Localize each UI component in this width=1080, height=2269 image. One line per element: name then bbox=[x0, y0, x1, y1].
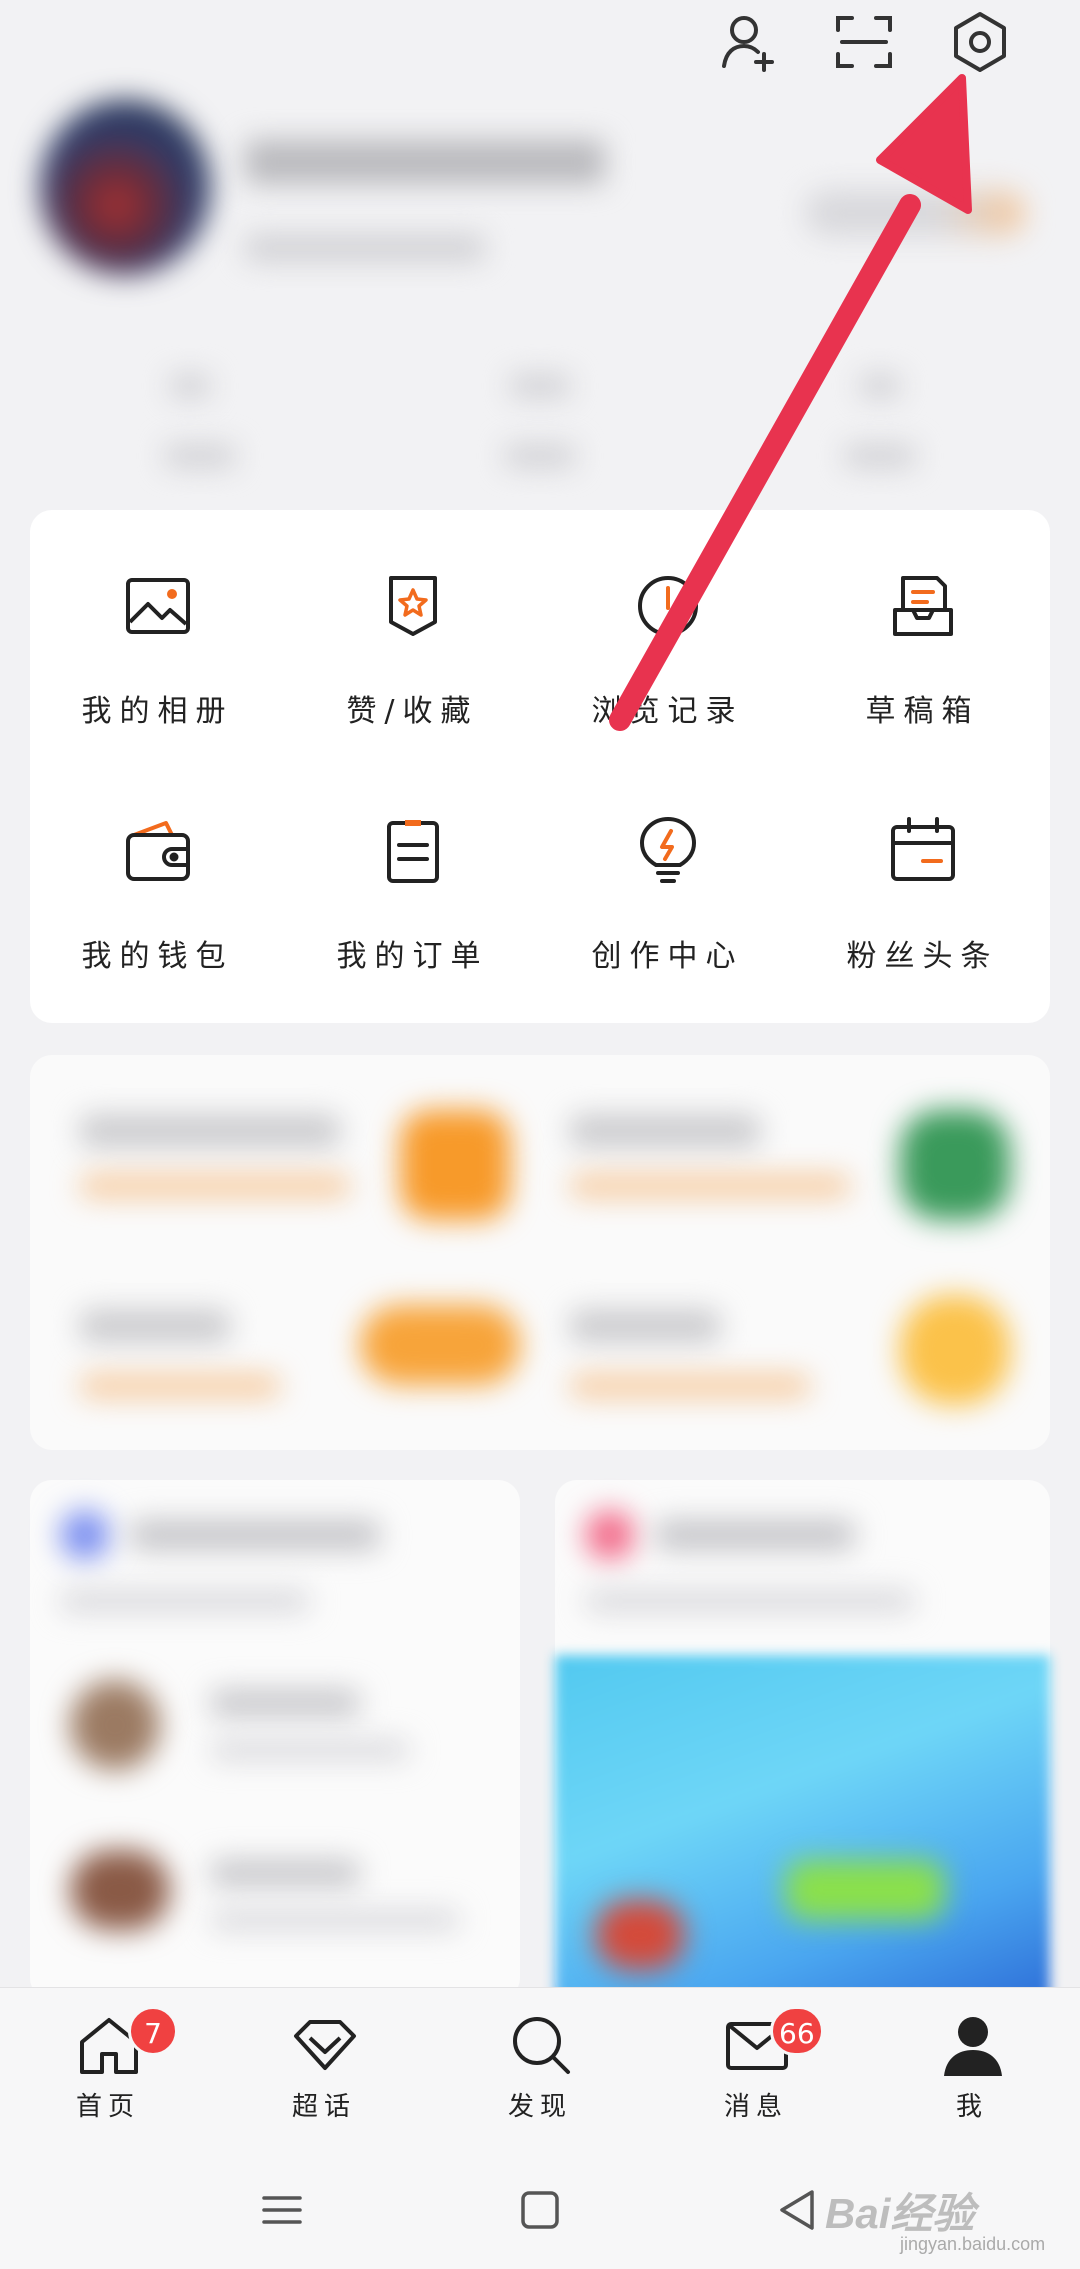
grid-item-album[interactable]: 我的相册 bbox=[30, 510, 285, 730]
grid-item-creator[interactable]: 创作中心 bbox=[540, 755, 795, 975]
wallet-icon bbox=[122, 815, 194, 887]
home-square-icon[interactable] bbox=[510, 2180, 570, 2240]
nav-me[interactable]: 我 bbox=[864, 1988, 1080, 2153]
notification-badge: 7 bbox=[128, 2006, 178, 2056]
nav-home[interactable]: 7 首页 bbox=[0, 1988, 216, 2153]
creator-icon bbox=[632, 815, 704, 887]
grid-item-label: 粉丝头条 bbox=[846, 939, 999, 974]
grid-item-label: 赞/收藏 bbox=[346, 694, 479, 729]
nav-label: 发现 bbox=[507, 2092, 572, 2122]
blurred-block bbox=[900, 1295, 1010, 1405]
blurred-block bbox=[210, 1690, 360, 1716]
grid-item-label: 创作中心 bbox=[591, 939, 744, 974]
blurred-block bbox=[80, 1375, 280, 1397]
stat-blurred[interactable] bbox=[510, 375, 570, 397]
favorite-icon bbox=[377, 570, 449, 642]
grid-item-label: 我的相册 bbox=[81, 694, 234, 729]
menu-icon[interactable] bbox=[252, 2180, 312, 2240]
blurred-block bbox=[900, 1110, 1010, 1220]
nav-label: 超话 bbox=[291, 2092, 356, 2122]
blurred-block bbox=[785, 1860, 945, 1920]
blurred-block bbox=[210, 1910, 460, 1930]
settings-icon[interactable] bbox=[944, 6, 1016, 78]
blurred-block bbox=[70, 1680, 160, 1770]
grid-item-drafts[interactable]: 草稿箱 bbox=[795, 510, 1050, 730]
grid-item-label: 浏览记录 bbox=[591, 694, 744, 729]
scan-icon[interactable] bbox=[828, 6, 900, 78]
blurred-block bbox=[210, 1740, 410, 1760]
blurred-block bbox=[80, 1310, 230, 1342]
username-blurred bbox=[245, 140, 605, 184]
blurred-block bbox=[80, 1115, 340, 1147]
grid-item-label: 我的钱包 bbox=[81, 939, 234, 974]
nav-messages[interactable]: 66 消息 bbox=[648, 1988, 864, 2153]
feature-grid-card: 我的相册 赞/收藏 浏览记录 草稿箱 我的钱包 我的订单 创作中心 粉丝头条 bbox=[30, 510, 1050, 1023]
grid-item-wallet[interactable]: 我的钱包 bbox=[30, 755, 285, 975]
fans-headline-icon bbox=[887, 815, 959, 887]
watermark-url: jingyan.baidu.com bbox=[900, 2234, 1046, 2254]
feed-card-left-blurred[interactable] bbox=[30, 1480, 520, 2000]
notification-badge: 66 bbox=[770, 2006, 824, 2056]
promo-card-blurred[interactable] bbox=[30, 1055, 1050, 1450]
album-icon bbox=[122, 570, 194, 642]
nav-label: 我 bbox=[955, 2092, 988, 2122]
blurred-block bbox=[570, 1310, 720, 1342]
blurred-block bbox=[570, 1115, 760, 1147]
bottom-nav: 7 首页 超话 发现 66 消息 我 bbox=[0, 1987, 1080, 2153]
user-info-blurred bbox=[245, 235, 485, 261]
nav-label: 消息 bbox=[723, 2092, 788, 2122]
blurred-block bbox=[585, 1590, 915, 1612]
stat-blurred[interactable] bbox=[170, 375, 210, 397]
stat-blurred[interactable] bbox=[505, 445, 575, 467]
nav-label: 首页 bbox=[75, 2092, 140, 2122]
nav-super-topic[interactable]: 超话 bbox=[216, 1988, 432, 2153]
nav-discover[interactable]: 发现 bbox=[432, 1988, 648, 2153]
blurred-block bbox=[570, 1375, 810, 1397]
watermark: Bai经验 bbox=[825, 2190, 975, 2237]
grid-item-label: 我的订单 bbox=[336, 939, 489, 974]
vip-pill-blurred[interactable] bbox=[805, 190, 1025, 236]
feed-card-right-blurred[interactable] bbox=[555, 1480, 1050, 2000]
blurred-block bbox=[360, 1305, 520, 1385]
blurred-block bbox=[585, 1510, 635, 1560]
stat-blurred[interactable] bbox=[860, 375, 900, 397]
blurred-block bbox=[570, 1175, 850, 1197]
stat-blurred[interactable] bbox=[845, 445, 915, 467]
back-icon[interactable] bbox=[768, 2180, 828, 2240]
blurred-block bbox=[70, 1850, 170, 1930]
blurred-block bbox=[60, 1590, 310, 1612]
grid-item-fans-headline[interactable]: 粉丝头条 bbox=[795, 755, 1050, 975]
orders-icon bbox=[377, 815, 449, 887]
grid-item-history[interactable]: 浏览记录 bbox=[540, 510, 795, 730]
blurred-block bbox=[60, 1510, 110, 1560]
blurred-block bbox=[80, 1175, 350, 1197]
search-icon bbox=[508, 2012, 574, 2078]
history-icon bbox=[632, 570, 704, 642]
profile-icon bbox=[940, 2012, 1006, 2078]
grid-item-favorites[interactable]: 赞/收藏 bbox=[285, 510, 540, 730]
stat-blurred[interactable] bbox=[165, 445, 235, 467]
grid-item-label: 草稿箱 bbox=[865, 694, 980, 729]
blurred-block bbox=[130, 1520, 380, 1550]
blurred-block bbox=[595, 1900, 685, 1970]
add-friend-icon[interactable] bbox=[712, 6, 784, 78]
drafts-icon bbox=[887, 570, 959, 642]
grid-item-orders[interactable]: 我的订单 bbox=[285, 755, 540, 975]
avatar[interactable] bbox=[40, 100, 210, 275]
blurred-block bbox=[655, 1520, 855, 1550]
blurred-block bbox=[210, 1860, 360, 1886]
blurred-block bbox=[400, 1110, 510, 1220]
super-topic-icon bbox=[292, 2012, 358, 2078]
